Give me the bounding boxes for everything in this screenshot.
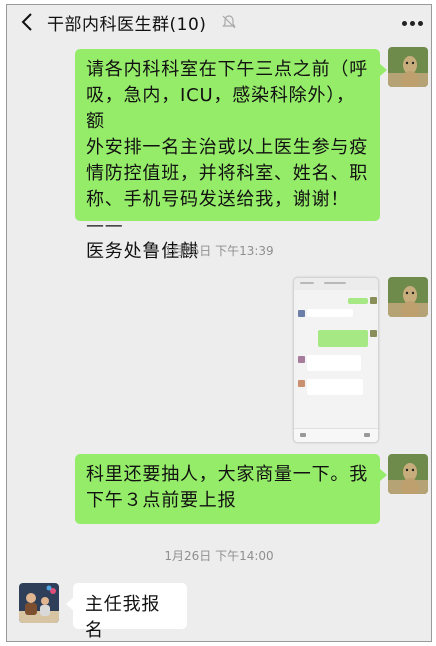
message-bubble-2[interactable]: 科里还要抽人，大家商量一下。我 下午３点前要上报	[75, 454, 387, 524]
avatar-self[interactable]	[388, 277, 428, 317]
timestamp: 1月26日 下午13:39	[164, 244, 274, 258]
chat-window: 干部内科医生群(10) 请各内科科室在下午三点之前（呼 吸，急内，ICU，感染科…	[6, 4, 432, 642]
message-line: 请各内科科室在下午三点之前（呼	[86, 59, 368, 80]
message-line: 吸，急内，ICU，感染科除外），额	[86, 85, 355, 132]
avatar-other[interactable]	[19, 583, 59, 623]
chat-title: 干部内科医生群(10)	[47, 15, 207, 35]
message-line: 情防控值班，并将科室、姓名、职	[86, 163, 368, 184]
chat-header: 干部内科医生群(10)	[7, 5, 431, 39]
more-dots-icon[interactable]	[402, 21, 424, 27]
message-line: 主任我报名	[85, 594, 161, 641]
avatar-self[interactable]	[388, 454, 428, 494]
message-line: 下午３点前要上报	[86, 490, 237, 511]
message-line: 称、手机号码发送给我，谢谢！——	[86, 189, 350, 236]
message-bubble-1[interactable]: 请各内科科室在下午三点之前（呼 吸，急内，ICU，感染科除外），额 外安排一名主…	[75, 49, 387, 262]
chevron-left-icon[interactable]	[19, 12, 35, 32]
message-line: 外安排一名主治或以上医生参与疫	[86, 137, 368, 158]
message-line: 科里还要抽人，大家商量一下。我	[86, 464, 368, 485]
message-bubble-3[interactable]: 主任我报名	[66, 583, 187, 641]
screenshot-image-message[interactable]	[293, 277, 379, 443]
timestamp: 1月26日 下午14:00	[164, 549, 274, 563]
bell-muted-icon	[222, 15, 236, 29]
avatar-self[interactable]	[388, 47, 428, 87]
